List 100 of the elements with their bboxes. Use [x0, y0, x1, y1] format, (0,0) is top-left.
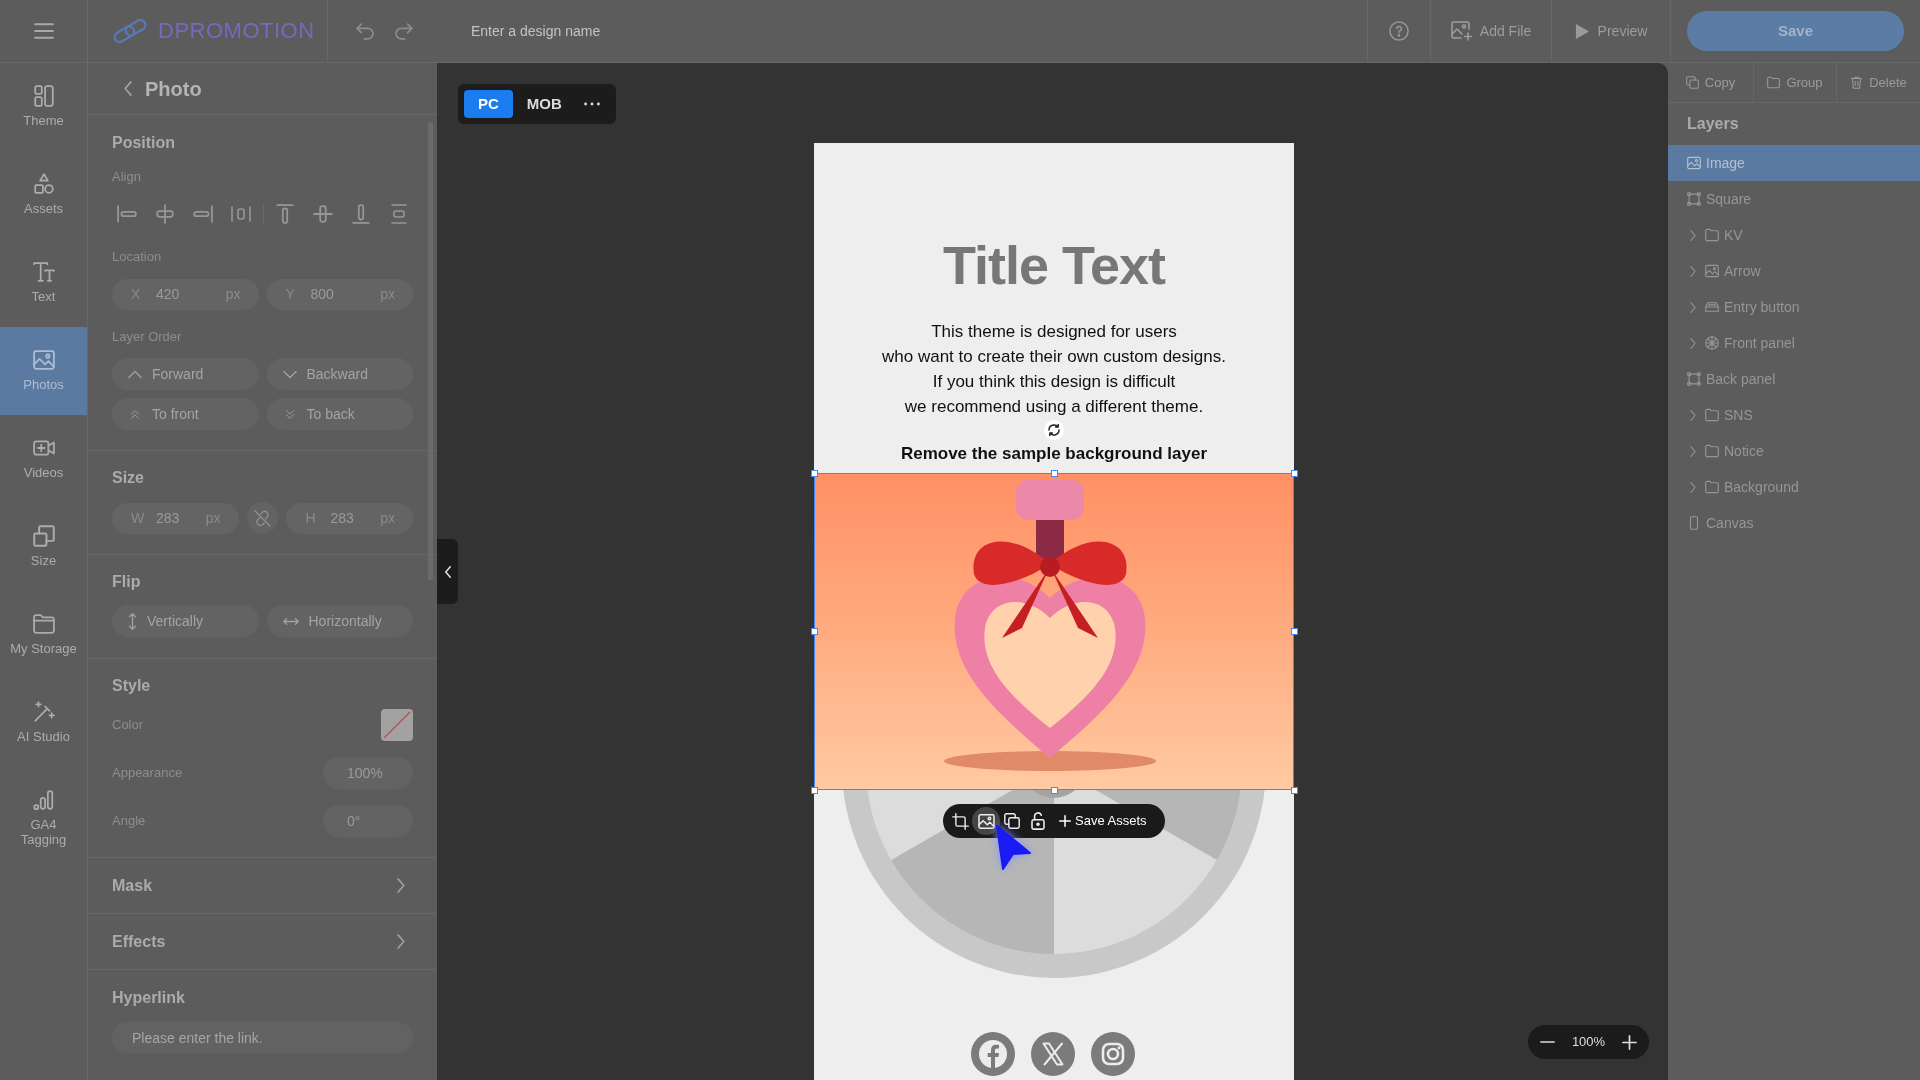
- logo-icon: [110, 19, 150, 43]
- section-heading: Size: [112, 468, 145, 488]
- align-middle-icon[interactable]: [313, 204, 333, 224]
- bar-chart-icon: [32, 789, 55, 811]
- unlock-icon[interactable]: [1031, 812, 1045, 830]
- align-center-icon[interactable]: [155, 204, 175, 224]
- flip-horizontal-button[interactable]: Horizontally: [266, 605, 413, 637]
- resize-handle[interactable]: [1050, 786, 1058, 794]
- distribute-vertical-icon[interactable]: [389, 204, 409, 224]
- sidebar-item[interactable]: Theme: [0, 63, 87, 151]
- minus-icon[interactable]: [1540, 1040, 1555, 1044]
- design-name-field[interactable]: Enter a design name: [471, 20, 891, 42]
- forward-button[interactable]: Forward: [112, 358, 259, 390]
- bounding-box-icon: [1687, 372, 1701, 386]
- sidebar-item[interactable]: Text: [0, 239, 87, 327]
- preview-button[interactable]: Preview: [1574, 20, 1648, 42]
- chevron-left-icon[interactable]: [124, 81, 132, 96]
- copy-icon: [1685, 76, 1699, 89]
- copy-button[interactable]: Copy: [1685, 72, 1736, 93]
- replace-image-button[interactable]: [972, 807, 1000, 835]
- more-icon[interactable]: [583, 102, 600, 106]
- distribute-horizontal-icon[interactable]: [231, 204, 251, 224]
- to-front-button[interactable]: To front: [112, 398, 259, 430]
- play-icon: [1574, 22, 1590, 40]
- collapse-panel-button[interactable]: [437, 539, 458, 604]
- instagram-icon: [1091, 1032, 1135, 1076]
- align-right-icon[interactable]: [193, 204, 213, 224]
- layer-item[interactable]: Image: [1668, 145, 1920, 181]
- resize-handle[interactable]: [1290, 627, 1298, 635]
- add-file-button[interactable]: Add File: [1450, 20, 1532, 42]
- resize-handle[interactable]: [1290, 786, 1298, 794]
- undo-icon[interactable]: [355, 22, 374, 40]
- layer-item[interactable]: Canvas: [1668, 505, 1920, 541]
- plus-icon[interactable]: [1622, 1034, 1637, 1050]
- no-color-swatch-icon[interactable]: [381, 709, 413, 741]
- folder-icon: [1705, 480, 1719, 494]
- sidebar-item[interactable]: AI Studio: [0, 679, 87, 767]
- layer-item[interactable]: Entry button: [1668, 289, 1920, 325]
- double-chevron-up-icon: [128, 409, 142, 419]
- section-heading: Hyperlink: [112, 988, 186, 1008]
- wheel-icon: [1705, 336, 1719, 350]
- resize-handle[interactable]: [810, 786, 818, 794]
- device-tab[interactable]: MOB: [516, 90, 572, 118]
- trash-icon: [1850, 76, 1864, 89]
- image-icon: [1687, 156, 1701, 170]
- layer-item[interactable]: SNS: [1668, 397, 1920, 433]
- pointer-icon: [994, 823, 1032, 872]
- resize-handle[interactable]: [1290, 469, 1298, 477]
- aspect-ratio-button[interactable]: [246, 502, 279, 534]
- crop-icon[interactable]: [952, 812, 969, 830]
- layers-heading: Layers: [1686, 114, 1740, 134]
- broken-link-icon: [254, 509, 271, 527]
- section-heading: Style: [112, 676, 152, 696]
- hyperlink-field[interactable]: Please enter the link.: [112, 1022, 413, 1053]
- rectangle-icon: [1687, 516, 1701, 530]
- layer-item[interactable]: Arrow: [1668, 253, 1920, 289]
- save-button[interactable]: Save: [1687, 11, 1904, 51]
- sidebar-item[interactable]: GA4 Tagging: [0, 767, 87, 855]
- align-left-icon[interactable]: [117, 204, 137, 224]
- title-text: Title Text: [941, 235, 1167, 295]
- bounding-box-icon: [1687, 192, 1701, 206]
- redo-icon[interactable]: [394, 22, 413, 40]
- delete-button[interactable]: Delete: [1850, 72, 1907, 93]
- sidebar-item[interactable]: Videos: [0, 415, 87, 503]
- sidebar-item[interactable]: My Storage: [0, 591, 87, 679]
- image-icon: [977, 813, 995, 829]
- resize-handle[interactable]: [810, 469, 818, 477]
- folder-icon: [1767, 76, 1781, 89]
- section-heading: Flip: [112, 572, 142, 592]
- chevron-left-icon: [444, 565, 451, 578]
- resize-handle[interactable]: [810, 627, 818, 635]
- layer-item[interactable]: Back panel: [1668, 361, 1920, 397]
- image-icon: [1705, 264, 1719, 278]
- text-icon: [32, 261, 55, 283]
- resize-handle[interactable]: [1050, 469, 1058, 477]
- group-button[interactable]: Group: [1767, 72, 1823, 93]
- sidebar-item[interactable]: Size: [0, 503, 87, 591]
- layer-item[interactable]: Background: [1668, 469, 1920, 505]
- align-top-icon[interactable]: [275, 204, 295, 224]
- device-tab[interactable]: PC: [464, 90, 513, 118]
- sidebar-item[interactable]: Assets: [0, 151, 87, 239]
- resize-icon: [32, 525, 55, 547]
- tray-icon: [1705, 300, 1719, 314]
- shapes-icon: [32, 173, 55, 195]
- help-icon[interactable]: [1389, 21, 1409, 41]
- folder-icon: [32, 613, 55, 635]
- menu-icon[interactable]: [33, 23, 54, 39]
- layer-item[interactable]: Notice: [1668, 433, 1920, 469]
- duplicate-icon[interactable]: [1004, 813, 1020, 829]
- magic-wand-icon: [32, 701, 55, 723]
- rotate-icon[interactable]: [1044, 420, 1064, 440]
- flip-vertical-button[interactable]: Vertically: [112, 605, 259, 637]
- layer-item[interactable]: Front panel: [1668, 325, 1920, 361]
- to-back-button[interactable]: To back: [266, 398, 413, 430]
- layer-item[interactable]: KV: [1668, 217, 1920, 253]
- backward-button[interactable]: Backward: [266, 358, 413, 390]
- layer-item[interactable]: Square: [1668, 181, 1920, 217]
- align-bottom-icon[interactable]: [351, 204, 371, 224]
- sidebar-item[interactable]: Photos: [0, 327, 87, 415]
- zoom-level: 100%: [1571, 1033, 1606, 1052]
